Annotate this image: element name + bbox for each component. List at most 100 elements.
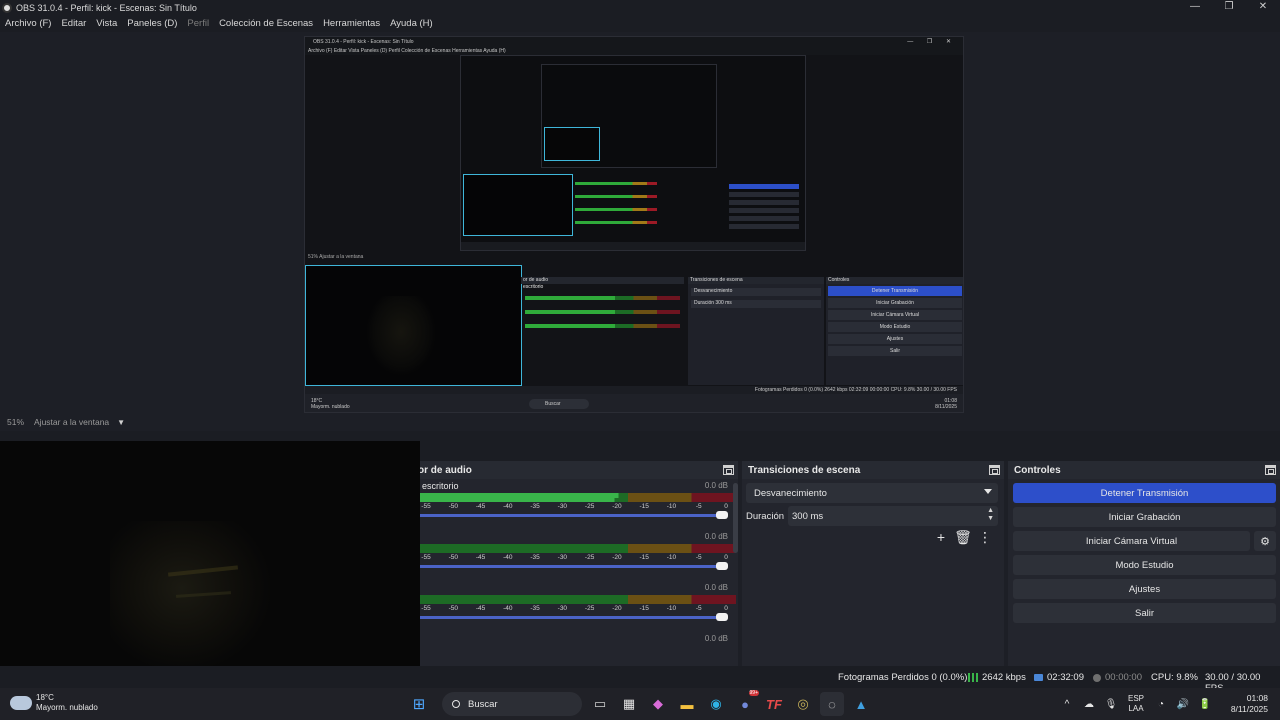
spinner-icon[interactable]: ▲ ▼ <box>987 507 994 523</box>
zoom-mode[interactable]: Ajustar a la ventana <box>34 417 109 427</box>
start-recording-button[interactable]: Iniciar Grabación <box>1013 507 1276 527</box>
tick-label: -40 <box>503 605 513 612</box>
exit-button[interactable]: Salir <box>1013 603 1276 623</box>
add-icon[interactable]: + <box>930 529 952 546</box>
menu-herramientas[interactable]: Herramientas <box>323 18 380 29</box>
dropped-frames: Fotogramas Perdidos 0 (0.0%) <box>838 672 967 683</box>
nested-ctrl-button: Modo Estudio <box>828 322 962 332</box>
undock-icon[interactable] <box>1265 465 1276 475</box>
search-box[interactable]: Buscar <box>442 692 582 716</box>
volume-slider[interactable] <box>418 514 726 517</box>
windows-start-icon[interactable]: ⊞ <box>407 692 431 716</box>
weather-text: 18°C Mayorm. nublado <box>36 693 98 713</box>
cloud-icon <box>10 696 32 710</box>
discord-icon[interactable]: ● 99+ <box>733 690 759 716</box>
paint-icon[interactable]: ▲ <box>849 692 873 716</box>
nested-controls-level2 <box>729 184 799 240</box>
zoom-percent: 51% <box>7 417 25 427</box>
live-time-text: 02:32:09 <box>1047 672 1084 683</box>
volume-icon[interactable]: 🔊 <box>1172 699 1194 710</box>
nested-trans-duration: Duración 300 ms <box>691 300 821 308</box>
nested-ctrl-button: Iniciar Cámara Virtual <box>828 310 962 320</box>
undock-icon[interactable] <box>989 465 1000 475</box>
nested-title-bar: OBS 31.0.4 - Perfil: kick - Escenas: Sin… <box>305 37 963 47</box>
search-icon <box>452 700 460 708</box>
wifi-icon[interactable]: ◔ <box>1150 699 1172 710</box>
settings-button[interactable]: Ajustes <box>1013 579 1276 599</box>
lang-bottom: LAA <box>1128 704 1144 713</box>
nested-transitions: Transiciones de escena Desvanecimiento D… <box>688 277 824 385</box>
level-meter <box>418 549 736 553</box>
menu-archivo[interactable]: Archivo (F) <box>5 18 51 29</box>
undock-icon[interactable] <box>723 465 734 475</box>
tick-label: -55 <box>421 554 431 561</box>
nested-meter <box>525 296 680 300</box>
chevron-up-icon[interactable]: ^ <box>1056 699 1078 710</box>
menu-vista[interactable]: Vista <box>96 18 117 29</box>
task-view-icon[interactable]: ▭ <box>588 692 612 716</box>
trash-icon[interactable]: 🗑 <box>952 529 974 546</box>
microphone-icon[interactable]: 🎙 <box>1100 699 1122 710</box>
onedrive-icon[interactable]: ☁ <box>1078 699 1100 710</box>
close-button[interactable]: ✕ <box>1246 0 1280 15</box>
tf-app-icon[interactable]: TF <box>762 692 786 716</box>
start-virtual-cam-button[interactable]: Iniciar Cámara Virtual <box>1013 531 1250 551</box>
nested-meter <box>525 324 680 328</box>
channel-db: 0.0 dB <box>704 481 728 490</box>
duration-field[interactable]: 300 ms ▲ ▼ <box>788 506 998 526</box>
tick-label: -20 <box>612 503 622 510</box>
tick-label: 0 <box>724 605 728 612</box>
transitions-header: Transiciones de escena <box>742 461 1004 479</box>
gear-icon[interactable]: ⚙ <box>1254 531 1276 551</box>
volume-knob[interactable] <box>716 511 728 519</box>
language-indicator[interactable]: ESP LAA <box>1122 694 1150 714</box>
volume-slider[interactable] <box>418 565 726 568</box>
transitions-dock: Transiciones de escena Desvanecimiento D… <box>742 461 1004 666</box>
menu-perfil[interactable]: Perfil <box>187 18 209 29</box>
minimize-button[interactable]: — <box>1178 0 1212 15</box>
transition-select[interactable]: Desvanecimiento <box>746 483 998 503</box>
chevron-down-icon <box>984 489 992 494</box>
weather-temp: 18°C <box>36 693 54 702</box>
volume-slider[interactable] <box>418 616 726 619</box>
bitrate: 2642 kbps <box>968 672 1026 683</box>
nested-menu-text: Archivo (F) Editar Vista Paneles (D) Per… <box>308 48 506 54</box>
obs-taskbar-icon[interactable]: ◌ <box>820 692 844 716</box>
controls-title: Controles <box>1014 464 1061 476</box>
nested-taskbar: 18°C Mayorm. nublado Buscar 01:08 8/11/202… <box>305 394 963 412</box>
copilot-icon[interactable]: ◆ <box>646 692 670 716</box>
studio-mode-button[interactable]: Modo Estudio <box>1013 555 1276 575</box>
volume-knob[interactable] <box>716 562 728 570</box>
menu-coleccion-escenas[interactable]: Colección de Escenas <box>219 18 313 29</box>
preview-area[interactable]: OBS 31.0.4 - Perfil: kick - Escenas: Sin… <box>0 32 1280 414</box>
weather-desc: Mayorm. nublado <box>36 703 98 712</box>
weather-widget[interactable]: 18°C Mayorm. nublado <box>10 693 98 713</box>
rec-time-text: 00:00:00 <box>1105 672 1142 683</box>
clock[interactable]: 01:08 8/11/2025 <box>1216 693 1268 715</box>
mixer-scrollbar[interactable] <box>733 483 738 553</box>
store-icon[interactable]: ▦ <box>617 692 641 716</box>
stop-stream-button[interactable]: Detener Transmisión <box>1013 483 1276 503</box>
tick-label: -5 <box>695 503 702 510</box>
menu-ayuda[interactable]: Ayuda (H) <box>390 18 433 29</box>
nested-audio-title: or de audio <box>521 277 684 284</box>
maximize-button[interactable]: ❐ <box>1212 0 1246 15</box>
tick-label: -45 <box>475 554 486 561</box>
chevron-down-icon[interactable]: ▼ <box>117 418 125 427</box>
edge-icon[interactable]: ◉ <box>704 692 728 716</box>
nested-ctrl-button: Detener Transmisión <box>828 286 962 296</box>
menu-editar[interactable]: Editar <box>61 18 86 29</box>
battery-icon[interactable]: 🔋 <box>1194 699 1216 710</box>
clock-date: 8/11/2025 <box>1230 704 1268 714</box>
volume-knob[interactable] <box>716 613 728 621</box>
menu-paneles[interactable]: Paneles (D) <box>127 18 177 29</box>
nested-ctrl-button: Salir <box>828 346 962 356</box>
tick-label: -20 <box>612 554 622 561</box>
file-explorer-icon[interactable]: ▬ <box>675 692 699 716</box>
dropped-frames-text: Fotogramas Perdidos 0 (0.0%) <box>838 672 968 683</box>
level-meter <box>418 600 736 604</box>
preview-canvas[interactable]: OBS 31.0.4 - Perfil: kick - Escenas: Sin… <box>304 36 964 413</box>
duration-value: 300 ms <box>792 510 824 522</box>
more-icon[interactable]: ⋮ <box>974 529 996 546</box>
cs-app-icon[interactable]: ◎ <box>791 692 815 716</box>
